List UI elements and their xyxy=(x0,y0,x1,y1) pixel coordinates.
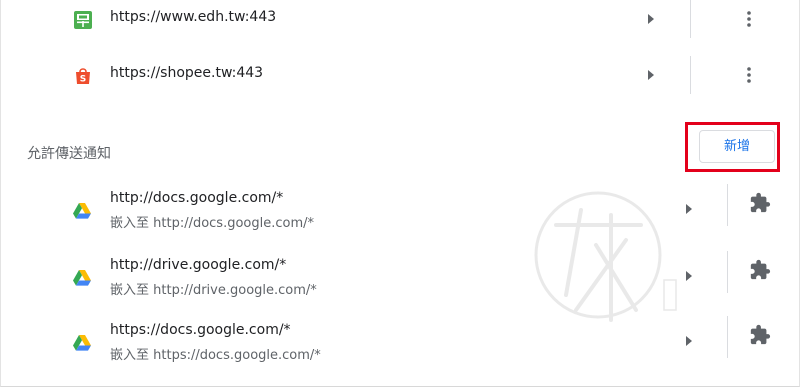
embedded-in-text: 嵌入至 http://drive.google.com/* xyxy=(110,283,317,298)
extension-url: https://docs.google.com/* xyxy=(110,322,291,338)
extension-row[interactable]: https://docs.google.com/* 嵌入至 https://do… xyxy=(1,316,799,386)
section-title-allow-notifications: 允許傳送通知 xyxy=(27,146,111,162)
divider xyxy=(690,0,691,38)
chevron-right-icon[interactable] xyxy=(684,334,694,348)
divider xyxy=(690,56,691,94)
extension-row[interactable]: http://drive.google.com/* 嵌入至 http://dri… xyxy=(1,251,799,321)
google-drive-icon xyxy=(73,270,91,286)
extension-puzzle-icon[interactable] xyxy=(749,192,771,214)
embedded-in-text: 嵌入至 http://docs.google.com/* xyxy=(110,216,315,231)
extension-puzzle-icon[interactable] xyxy=(749,259,771,281)
google-drive-icon xyxy=(73,203,91,219)
embedded-in-text: 嵌入至 https://docs.google.com/* xyxy=(110,348,321,363)
chevron-right-icon[interactable] xyxy=(684,269,694,283)
more-vert-icon[interactable] xyxy=(741,9,757,29)
site-row-shopee[interactable]: S https://shopee.tw:443 xyxy=(1,56,799,112)
extension-url: http://drive.google.com/* xyxy=(110,257,287,273)
chevron-right-icon[interactable] xyxy=(684,202,694,216)
google-drive-icon xyxy=(73,335,91,351)
site-url: https://www.edh.tw:443 xyxy=(110,9,277,25)
chevron-right-icon[interactable] xyxy=(646,12,656,26)
svg-text:S: S xyxy=(80,75,86,85)
add-button[interactable]: 新增 xyxy=(699,130,775,163)
divider xyxy=(727,251,728,293)
divider xyxy=(727,316,728,358)
extension-puzzle-icon[interactable] xyxy=(749,324,771,346)
site-row-edh[interactable]: https://www.edh.tw:443 xyxy=(1,0,799,56)
site-url: https://shopee.tw:443 xyxy=(110,65,264,81)
shopee-bag-icon: S xyxy=(76,68,90,85)
extension-url: http://docs.google.com/* xyxy=(110,190,284,206)
extension-row[interactable]: http://docs.google.com/* 嵌入至 http://docs… xyxy=(1,184,799,254)
site-settings-page: https://www.edh.tw:443 S https://shopee.… xyxy=(0,0,800,387)
edh-favicon-icon xyxy=(74,11,92,29)
more-vert-icon[interactable] xyxy=(741,65,757,85)
chevron-right-icon[interactable] xyxy=(646,68,656,82)
divider xyxy=(727,184,728,226)
